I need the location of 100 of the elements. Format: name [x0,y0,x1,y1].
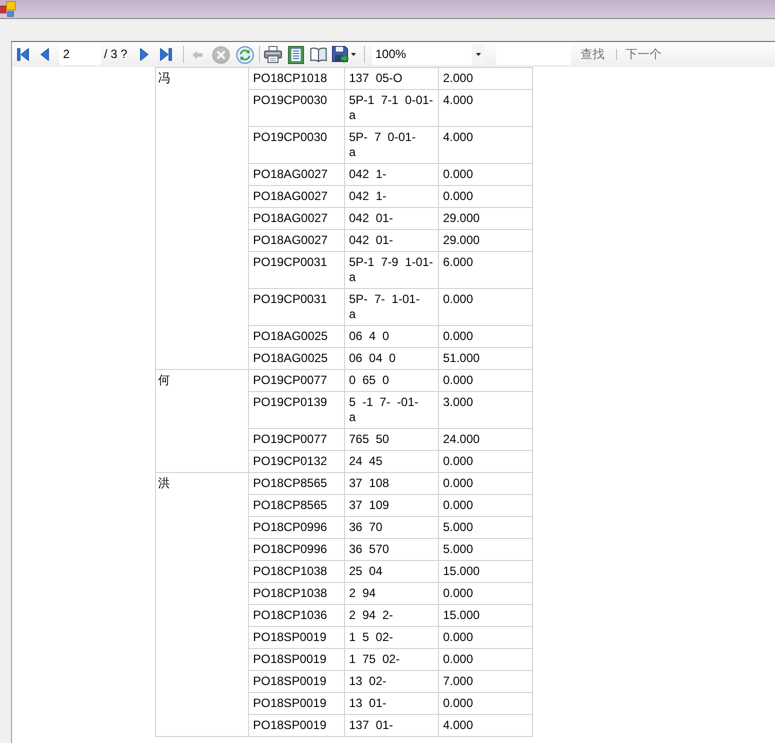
table-cell: 2.000 [438,68,532,90]
page-count-label: / 3 ? [104,47,128,62]
table-cell: 0.000 [438,626,532,648]
table-cell: 0.000 [438,472,532,494]
table-cell: 042 1- [344,186,438,208]
table-cell: 1 75 02- [344,648,438,670]
table-cell: 042 01- [344,208,438,230]
table-cell: 0.000 [438,288,532,326]
table-cell: PO18CP1018 [248,68,344,90]
table-cell: PO19CP0031 [248,252,344,288]
table-cell: PO19CP0030 [248,90,344,126]
table-cell: 0.000 [438,692,532,714]
zoom-dropdown[interactable]: 100% [372,44,486,65]
table-cell: PO18SP0019 [248,648,344,670]
table-cell: PO18AG0027 [248,164,344,186]
table-cell: 5.000 [438,516,532,538]
table-cell: 137 01- [344,714,438,736]
table-cell: 5 -1 7- -01- a [344,392,438,428]
table-cell: PO19CP0077 [248,428,344,450]
table-cell: PO18CP1038 [248,582,344,604]
export-button[interactable] [330,44,358,66]
table-cell: PO18AG0027 [248,186,344,208]
table-cell: 冯 [156,68,248,370]
left-arrow-icon [192,50,203,60]
page-number-field[interactable]: 2 [59,44,101,65]
table-cell: PO18CP0996 [248,538,344,560]
table-cell: 137 05-O [344,68,438,90]
table-cell: PO18SP0019 [248,714,344,736]
table-cell: PO19CP0077 [248,370,344,392]
table-cell: 洪 [156,472,248,736]
table-cell: PO19CP0139 [248,392,344,428]
table-cell: 37 109 [344,494,438,516]
caret-icon [351,53,356,56]
last-page-icon [160,48,172,61]
stop-icon [212,46,230,64]
table-cell: 36 70 [344,516,438,538]
table-cell: PO18CP8565 [248,472,344,494]
table-cell: PO18AG0025 [248,348,344,370]
app-icon [0,1,16,17]
table-cell: 0.000 [438,326,532,348]
previous-page-icon [40,48,48,61]
table-cell: PO18SP0019 [248,626,344,648]
table-cell: 3.000 [438,392,532,428]
table-cell: 6.000 [438,252,532,288]
table-cell: 13 02- [344,670,438,692]
table-cell: 29.000 [438,208,532,230]
table-cell: PO19CP0031 [248,288,344,326]
first-page-icon [16,48,28,61]
table-cell: PO18CP8565 [248,494,344,516]
table-cell: 5P- 7 0-01- a [344,126,438,164]
table-cell: PO19CP0030 [248,126,344,164]
table-cell: PO18AG0027 [248,230,344,252]
table-cell: PO18CP1036 [248,604,344,626]
table-cell: 1 5 02- [344,626,438,648]
book-icon [310,47,328,62]
table-cell: 0.000 [438,370,532,392]
caret-icon [476,53,482,56]
table-cell: 29.000 [438,230,532,252]
table-cell: 37 108 [344,472,438,494]
table-cell: 06 4 0 [344,326,438,348]
table-cell: PO18SP0019 [248,692,344,714]
table-cell: 0.000 [438,494,532,516]
table-cell: 36 570 [344,538,438,560]
table-cell: 042 1- [344,164,438,186]
table-cell: 0.000 [438,164,532,186]
table-cell: 24.000 [438,428,532,450]
table-cell: PO18AG0027 [248,208,344,230]
table-cell: PO18CP1038 [248,560,344,582]
table-cell: 何 [156,370,248,472]
refresh-icon [236,46,254,64]
table-cell: 2 94 2- [344,604,438,626]
table-cell: 13 01- [344,692,438,714]
table-cell: 25 04 [344,560,438,582]
table-cell: 2 94 [344,582,438,604]
table-cell: 51.000 [438,348,532,370]
table-cell: 15.000 [438,604,532,626]
table-cell: 0.000 [438,582,532,604]
table-cell: 7.000 [438,670,532,692]
table-cell: PO19CP0132 [248,450,344,472]
table-cell: 5P-1 7-1 0-01- a [344,90,438,126]
table-cell: 5P-1 7-9 1-01- a [344,252,438,288]
table-cell: 0 65 0 [344,370,438,392]
table-cell: 4.000 [438,714,532,736]
table-cell: PO18CP0996 [248,516,344,538]
table-cell: 0.000 [438,450,532,472]
table-cell: 4.000 [438,90,532,126]
next-page-icon [140,48,149,61]
table-cell: 5P- 7- 1-01- a [344,288,438,326]
table-cell: 5.000 [438,538,532,560]
table-cell: 15.000 [438,560,532,582]
table-cell: 042 01- [344,230,438,252]
table-cell: 0.000 [438,648,532,670]
table-cell: 06 04 0 [344,348,438,370]
table-cell: 4.000 [438,126,532,164]
table-cell: 24 45 [344,450,438,472]
document-icon [288,46,304,64]
table-cell: 0.000 [438,186,532,208]
print-button[interactable] [261,44,284,66]
table-cell: PO18AG0025 [248,326,344,348]
table-cell: PO18SP0019 [248,670,344,692]
